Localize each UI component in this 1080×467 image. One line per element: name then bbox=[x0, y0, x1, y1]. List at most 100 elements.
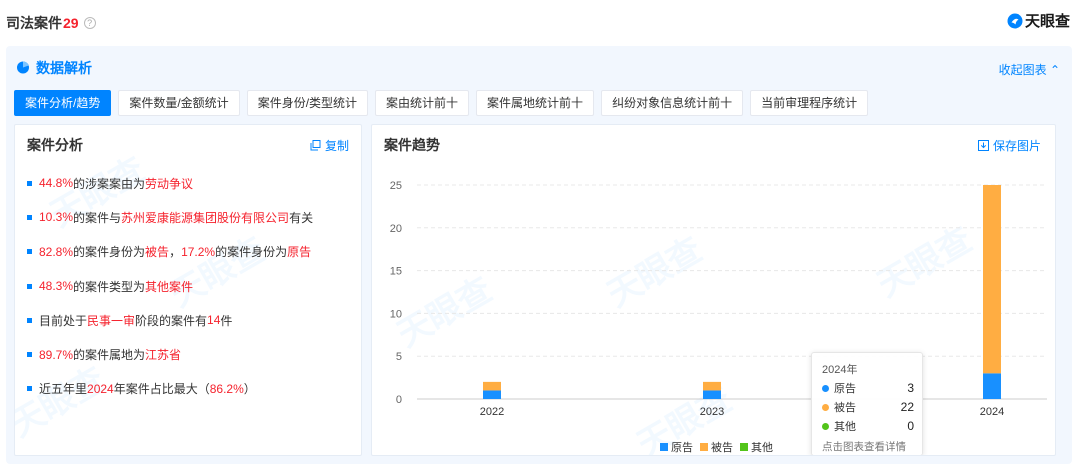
highlight-text[interactable]: 江苏省 bbox=[145, 346, 181, 363]
legend-swatch bbox=[660, 443, 668, 451]
tooltip-row-value: 3 bbox=[907, 381, 914, 395]
copy-button[interactable]: 复制 bbox=[310, 137, 349, 154]
tab-6[interactable]: 当前审理程序统计 bbox=[750, 90, 869, 116]
tooltip-row: 被告 22 bbox=[822, 399, 914, 415]
analysis-text: 的案件身份为 bbox=[73, 245, 146, 260]
legend-item[interactable]: 被告 bbox=[700, 439, 733, 455]
tab-3[interactable]: 案由统计前十 bbox=[375, 90, 470, 116]
analysis-item: 48.3% 的案件类型为 其他案件 bbox=[27, 269, 357, 303]
chart-tooltip: 2024年 原告 3 被告 22 其他 0 点击图表查看详情 bbox=[811, 352, 923, 455]
case-trend-chart[interactable]: 0 5 10 15 20 25 2022 2023 2024 bbox=[372, 163, 1056, 443]
bar-segment bbox=[983, 185, 1001, 374]
highlight-text[interactable]: 89.7% bbox=[39, 348, 73, 362]
highlight-text[interactable]: 被告 bbox=[145, 243, 169, 260]
legend-label: 其他 bbox=[751, 442, 773, 454]
case-trend-title: 案件趋势 bbox=[384, 137, 440, 153]
tooltip-row-name: 被告 bbox=[834, 402, 856, 414]
highlight-text[interactable]: 14 bbox=[207, 313, 220, 327]
highlight-text[interactable]: 其他案件 bbox=[145, 278, 193, 295]
y-tick-label: 10 bbox=[390, 308, 402, 320]
tooltip-row-name: 原告 bbox=[834, 383, 856, 395]
highlight-text[interactable]: 48.3% bbox=[39, 279, 73, 293]
y-tick-label: 20 bbox=[390, 223, 402, 235]
highlight-text[interactable]: 86.2% bbox=[210, 382, 244, 396]
panel-header: 数据解析 收起图表 ⌃ bbox=[6, 46, 1072, 86]
tooltip-row-value: 22 bbox=[900, 400, 914, 414]
tab-1[interactable]: 案件数量/金额统计 bbox=[118, 90, 240, 116]
collapse-label: 收起图表 bbox=[998, 63, 1047, 77]
y-tick-label: 25 bbox=[390, 180, 402, 192]
legend-item[interactable]: 其他 bbox=[740, 439, 773, 455]
highlight-text[interactable]: 44.8% bbox=[39, 176, 73, 190]
tianyancha-logo-icon bbox=[1007, 13, 1023, 28]
legend-label: 被告 bbox=[711, 442, 733, 454]
bar-segment bbox=[983, 373, 1001, 399]
tooltip-dot bbox=[822, 422, 829, 430]
analysis-text: 年案件占比最大（ bbox=[113, 382, 210, 397]
highlight-text[interactable]: 10.3% bbox=[39, 210, 73, 224]
bar-segment bbox=[483, 381, 501, 391]
highlight-text[interactable]: 民事一审 bbox=[87, 312, 135, 329]
y-tick-label: 0 bbox=[396, 394, 402, 406]
tab-5[interactable]: 纠纷对象信息统计前十 bbox=[601, 90, 744, 116]
analysis-text: 件 bbox=[220, 313, 233, 328]
brand-name: 天眼查 bbox=[1024, 13, 1070, 30]
legend-item[interactable]: 原告 bbox=[660, 439, 693, 455]
analysis-text: 的案件与 bbox=[73, 210, 122, 225]
y-tick-label: 5 bbox=[396, 351, 402, 363]
tab-4[interactable]: 案件属地统计前十 bbox=[476, 90, 595, 116]
save-image-button[interactable]: 保存图片 bbox=[977, 137, 1041, 154]
analysis-text: 的案件身份为 bbox=[215, 245, 288, 260]
bar-segment bbox=[703, 381, 721, 391]
analysis-list: 44.8% 的涉案案由为 劳动争议 10.3% 的案件与 苏州爱康能源集团股份有限公司 有关… bbox=[27, 166, 357, 406]
tab-0[interactable]: 案件分析/趋势 bbox=[14, 90, 112, 116]
x-tick-label: 2022 bbox=[480, 406, 504, 418]
analysis-item: 目前处于 民事一审 阶段的案件有 14 件 bbox=[27, 303, 357, 337]
highlight-text[interactable]: 2024 bbox=[87, 382, 114, 396]
question-circle-icon[interactable]: ? bbox=[83, 17, 96, 29]
chart-legend: 原告 被告 其他 bbox=[660, 439, 780, 455]
case-trend-card: 天眼查 天眼查 天眼查 天眼查 案件趋势 保存图片 0 5 10 15 20 25 2022… bbox=[371, 124, 1056, 456]
highlight-text[interactable]: 苏州爱康能源集团股份有限公司 bbox=[121, 209, 289, 226]
chevron-up-icon: ⌃ bbox=[1049, 63, 1060, 77]
legend-swatch bbox=[700, 443, 708, 451]
tooltip-dot bbox=[822, 403, 829, 411]
collapse-chart-button[interactable]: 收起图表 ⌃ bbox=[999, 61, 1060, 78]
x-tick-label: 2024 bbox=[980, 406, 1004, 418]
tooltip-row-value: 0 bbox=[907, 419, 914, 433]
analysis-item: 82.8% 的案件身份为 被告， 17.2% 的案件身份为 原告 bbox=[27, 235, 357, 269]
analysis-text: 目前处于 bbox=[39, 313, 88, 328]
y-tick-label: 15 bbox=[390, 266, 402, 278]
bullet-icon bbox=[27, 386, 32, 392]
highlight-text[interactable]: 劳动争议 bbox=[145, 175, 193, 192]
analysis-text: 的案件类型为 bbox=[73, 279, 146, 294]
analysis-text: 阶段的案件有 bbox=[135, 313, 208, 328]
highlight-text[interactable]: 原告 bbox=[287, 243, 311, 260]
tooltip-dot bbox=[822, 384, 829, 392]
download-icon bbox=[977, 140, 989, 151]
analysis-text: ） bbox=[243, 382, 256, 397]
analysis-text: 的涉案案由为 bbox=[73, 176, 146, 191]
tooltip-row-name: 其他 bbox=[834, 421, 856, 433]
legend-swatch bbox=[740, 443, 748, 451]
highlight-text[interactable]: 17.2% bbox=[181, 245, 215, 259]
case-count: 29 bbox=[63, 15, 79, 31]
analysis-text: 近五年里 bbox=[39, 382, 88, 397]
highlight-text[interactable]: 82.8% bbox=[39, 245, 73, 259]
analysis-item: 44.8% 的涉案案由为 劳动争议 bbox=[27, 166, 357, 200]
analysis-item: 89.7% 的案件属地为 江苏省 bbox=[27, 337, 357, 371]
brand-logo: 天眼查 bbox=[1007, 10, 1070, 31]
tab-2[interactable]: 案件身份/类型统计 bbox=[246, 90, 369, 116]
tooltip-title: 2024年 bbox=[822, 364, 858, 376]
bullet-icon bbox=[27, 249, 32, 255]
copy-icon bbox=[310, 140, 321, 151]
bullet-icon bbox=[27, 180, 32, 186]
tooltip-row: 其他 0 bbox=[822, 418, 914, 434]
data-analysis-panel: 数据解析 收起图表 ⌃ 案件分析/趋势 案件数量/金额统计 案件身份/类型统计 案由统… bbox=[6, 46, 1072, 464]
tooltip-footer[interactable]: 点击图表查看详情 bbox=[822, 439, 906, 454]
analysis-text: ， bbox=[169, 245, 182, 260]
legend-label: 原告 bbox=[671, 442, 693, 454]
analysis-item: 10.3% 的案件与 苏州爱康能源集团股份有限公司 有关 bbox=[27, 200, 357, 234]
x-tick-label: 2023 bbox=[700, 406, 724, 418]
panel-title: 数据解析 bbox=[36, 60, 92, 76]
